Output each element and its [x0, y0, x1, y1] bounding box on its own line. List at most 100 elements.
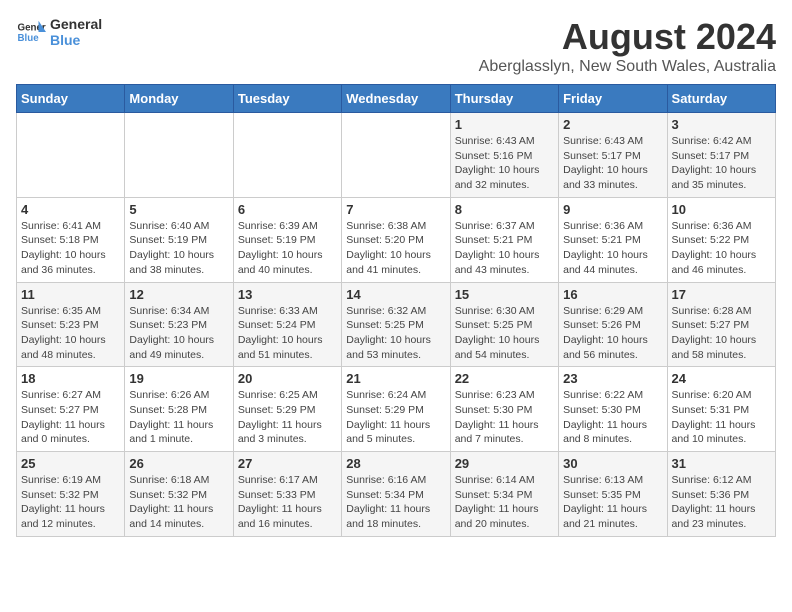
day-info: Sunrise: 6:24 AM Sunset: 5:29 PM Dayligh…: [346, 388, 445, 447]
calendar-cell: 25 Sunrise: 6:19 AM Sunset: 5:32 PM Dayli…: [17, 452, 125, 537]
day-number: 14: [346, 287, 445, 302]
header: General Blue General Blue August 2024 Ab…: [16, 16, 776, 76]
calendar-cell: 14 Sunrise: 6:32 AM Sunset: 5:25 PM Dayli…: [342, 282, 450, 367]
logo-text-blue: Blue: [50, 32, 102, 48]
day-info: Sunrise: 6:25 AM Sunset: 5:29 PM Dayligh…: [238, 388, 337, 447]
day-number: 13: [238, 287, 337, 302]
calendar-cell: 21 Sunrise: 6:24 AM Sunset: 5:29 PM Dayli…: [342, 367, 450, 452]
calendar-cell: 10Sunrise: 6:36 AM Sunset: 5:22 PM Dayli…: [667, 197, 775, 282]
calendar-week-5: 25 Sunrise: 6:19 AM Sunset: 5:32 PM Dayli…: [17, 452, 776, 537]
day-info: Sunrise: 6:40 AM Sunset: 5:19 PM Dayligh…: [129, 219, 228, 278]
day-info: Sunrise: 6:26 AM Sunset: 5:28 PM Dayligh…: [129, 388, 228, 447]
day-number: 4: [21, 202, 120, 217]
calendar-cell: 5 Sunrise: 6:40 AM Sunset: 5:19 PM Daylig…: [125, 197, 233, 282]
day-number: 3: [672, 117, 771, 132]
day-number: 8: [455, 202, 554, 217]
calendar-body: 1 Sunrise: 6:43 AM Sunset: 5:16 PM Daylig…: [17, 113, 776, 537]
day-number: 1: [455, 117, 554, 132]
day-info: Sunrise: 6:13 AM Sunset: 5:35 PM Dayligh…: [563, 473, 662, 532]
calendar-cell: 6 Sunrise: 6:39 AM Sunset: 5:19 PM Daylig…: [233, 197, 341, 282]
calendar-cell: 28 Sunrise: 6:16 AM Sunset: 5:34 PM Dayli…: [342, 452, 450, 537]
calendar-cell: 13 Sunrise: 6:33 AM Sunset: 5:24 PM Dayli…: [233, 282, 341, 367]
header-thursday: Thursday: [450, 85, 558, 113]
day-info: Sunrise: 6:29 AM Sunset: 5:26 PM Dayligh…: [563, 304, 662, 363]
day-number: 5: [129, 202, 228, 217]
calendar-cell: 20 Sunrise: 6:25 AM Sunset: 5:29 PM Dayli…: [233, 367, 341, 452]
day-number: 19: [129, 371, 228, 386]
day-number: 28: [346, 456, 445, 471]
calendar-week-3: 11 Sunrise: 6:35 AM Sunset: 5:23 PM Dayli…: [17, 282, 776, 367]
calendar-cell: 17 Sunrise: 6:28 AM Sunset: 5:27 PM Dayli…: [667, 282, 775, 367]
day-number: 23: [563, 371, 662, 386]
header-monday: Monday: [125, 85, 233, 113]
day-number: 12: [129, 287, 228, 302]
calendar-week-4: 18 Sunrise: 6:27 AM Sunset: 5:27 PM Dayli…: [17, 367, 776, 452]
day-number: 10: [672, 202, 771, 217]
day-number: 20: [238, 371, 337, 386]
day-info: Sunrise: 6:23 AM Sunset: 5:30 PM Dayligh…: [455, 388, 554, 447]
day-info: Sunrise: 6:34 AM Sunset: 5:23 PM Dayligh…: [129, 304, 228, 363]
logo: General Blue General Blue: [16, 16, 102, 48]
header-friday: Friday: [559, 85, 667, 113]
calendar-cell: 29 Sunrise: 6:14 AM Sunset: 5:34 PM Dayli…: [450, 452, 558, 537]
calendar-cell: 19 Sunrise: 6:26 AM Sunset: 5:28 PM Dayli…: [125, 367, 233, 452]
day-info: Sunrise: 6:41 AM Sunset: 5:18 PM Dayligh…: [21, 219, 120, 278]
day-number: 25: [21, 456, 120, 471]
calendar-cell: 3 Sunrise: 6:42 AM Sunset: 5:17 PM Daylig…: [667, 113, 775, 198]
calendar-cell: [233, 113, 341, 198]
day-number: 6: [238, 202, 337, 217]
calendar-cell: 23Sunrise: 6:22 AM Sunset: 5:30 PM Dayli…: [559, 367, 667, 452]
calendar-cell: 9Sunrise: 6:36 AM Sunset: 5:21 PM Daylig…: [559, 197, 667, 282]
calendar-cell: 15Sunrise: 6:30 AM Sunset: 5:25 PM Dayli…: [450, 282, 558, 367]
calendar-cell: [17, 113, 125, 198]
day-info: Sunrise: 6:38 AM Sunset: 5:20 PM Dayligh…: [346, 219, 445, 278]
calendar-cell: 16Sunrise: 6:29 AM Sunset: 5:26 PM Dayli…: [559, 282, 667, 367]
header-tuesday: Tuesday: [233, 85, 341, 113]
logo-icon: General Blue: [16, 17, 46, 47]
day-info: Sunrise: 6:28 AM Sunset: 5:27 PM Dayligh…: [672, 304, 771, 363]
calendar-cell: 26Sunrise: 6:18 AM Sunset: 5:32 PM Dayli…: [125, 452, 233, 537]
calendar-cell: 11 Sunrise: 6:35 AM Sunset: 5:23 PM Dayli…: [17, 282, 125, 367]
calendar-table: Sunday Monday Tuesday Wednesday Thursday…: [16, 84, 776, 537]
day-number: 29: [455, 456, 554, 471]
day-info: Sunrise: 6:32 AM Sunset: 5:25 PM Dayligh…: [346, 304, 445, 363]
day-info: Sunrise: 6:18 AM Sunset: 5:32 PM Dayligh…: [129, 473, 228, 532]
main-title: August 2024: [479, 16, 776, 58]
calendar-cell: 27Sunrise: 6:17 AM Sunset: 5:33 PM Dayli…: [233, 452, 341, 537]
header-saturday: Saturday: [667, 85, 775, 113]
header-row: Sunday Monday Tuesday Wednesday Thursday…: [17, 85, 776, 113]
day-number: 7: [346, 202, 445, 217]
calendar-cell: 22 Sunrise: 6:23 AM Sunset: 5:30 PM Dayli…: [450, 367, 558, 452]
calendar-cell: [342, 113, 450, 198]
day-number: 30: [563, 456, 662, 471]
day-number: 21: [346, 371, 445, 386]
title-section: August 2024 Aberglasslyn, New South Wale…: [479, 16, 776, 76]
calendar-cell: 4 Sunrise: 6:41 AM Sunset: 5:18 PM Daylig…: [17, 197, 125, 282]
day-number: 15: [455, 287, 554, 302]
day-info: Sunrise: 6:19 AM Sunset: 5:32 PM Dayligh…: [21, 473, 120, 532]
day-number: 17: [672, 287, 771, 302]
calendar-cell: [125, 113, 233, 198]
day-info: Sunrise: 6:33 AM Sunset: 5:24 PM Dayligh…: [238, 304, 337, 363]
day-number: 18: [21, 371, 120, 386]
day-info: Sunrise: 6:16 AM Sunset: 5:34 PM Dayligh…: [346, 473, 445, 532]
day-info: Sunrise: 6:14 AM Sunset: 5:34 PM Dayligh…: [455, 473, 554, 532]
logo-text-general: General: [50, 16, 102, 32]
day-number: 11: [21, 287, 120, 302]
day-info: Sunrise: 6:17 AM Sunset: 5:33 PM Dayligh…: [238, 473, 337, 532]
day-info: Sunrise: 6:43 AM Sunset: 5:16 PM Dayligh…: [455, 134, 554, 193]
header-sunday: Sunday: [17, 85, 125, 113]
subtitle: Aberglasslyn, New South Wales, Australia: [479, 58, 776, 76]
calendar-cell: 2Sunrise: 6:43 AM Sunset: 5:17 PM Daylig…: [559, 113, 667, 198]
calendar-cell: 12 Sunrise: 6:34 AM Sunset: 5:23 PM Dayli…: [125, 282, 233, 367]
day-info: Sunrise: 6:35 AM Sunset: 5:23 PM Dayligh…: [21, 304, 120, 363]
day-info: Sunrise: 6:12 AM Sunset: 5:36 PM Dayligh…: [672, 473, 771, 532]
day-info: Sunrise: 6:42 AM Sunset: 5:17 PM Dayligh…: [672, 134, 771, 193]
calendar-cell: 8Sunrise: 6:37 AM Sunset: 5:21 PM Daylig…: [450, 197, 558, 282]
day-info: Sunrise: 6:39 AM Sunset: 5:19 PM Dayligh…: [238, 219, 337, 278]
day-info: Sunrise: 6:27 AM Sunset: 5:27 PM Dayligh…: [21, 388, 120, 447]
calendar-cell: 7 Sunrise: 6:38 AM Sunset: 5:20 PM Daylig…: [342, 197, 450, 282]
day-number: 22: [455, 371, 554, 386]
day-number: 31: [672, 456, 771, 471]
calendar-cell: 18 Sunrise: 6:27 AM Sunset: 5:27 PM Dayli…: [17, 367, 125, 452]
